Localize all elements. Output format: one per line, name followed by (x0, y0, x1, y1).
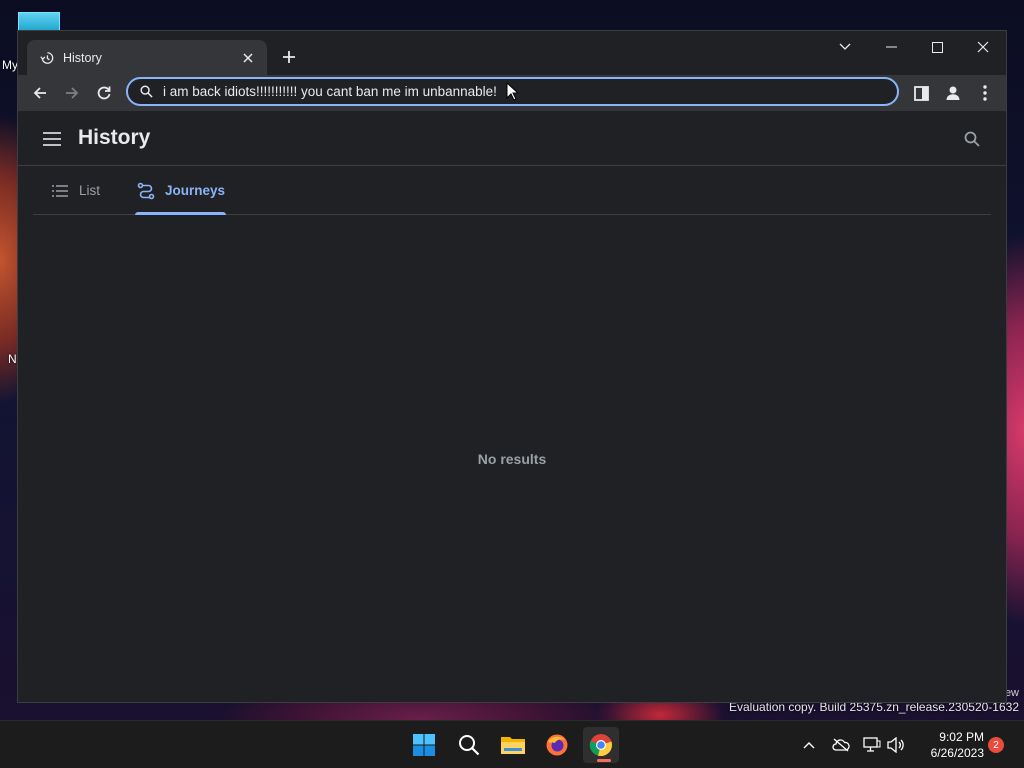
tab-title: History (63, 50, 102, 65)
maximize-button[interactable] (914, 33, 960, 61)
browser-window: History i am back idiots!!!!!!!!!!! you … (17, 30, 1007, 703)
search-icon[interactable] (451, 727, 487, 763)
close-window-button[interactable] (960, 33, 1006, 61)
journeys-icon (136, 181, 156, 201)
taskbar: 9:02 PM 6/26/2023 2 (0, 720, 1024, 768)
tab-history[interactable]: History (27, 40, 267, 75)
address-input[interactable] (163, 84, 897, 99)
chrome-icon[interactable] (583, 727, 619, 763)
empty-state-message: No results (477, 451, 547, 467)
list-icon (50, 181, 70, 201)
tab-list[interactable]: List (50, 166, 100, 215)
history-icon (39, 50, 55, 66)
volume-icon[interactable] (886, 735, 906, 755)
selected-tab-indicator (135, 212, 226, 215)
side-panel-button[interactable] (909, 81, 933, 105)
windows-start-icon[interactable] (406, 727, 442, 763)
clock-time: 9:02 PM (939, 730, 984, 744)
mouse-cursor-icon (506, 81, 520, 106)
file-explorer-icon[interactable] (495, 727, 531, 763)
history-page: History List Journeys No results (18, 111, 1006, 702)
tab-strip: History (18, 31, 1006, 75)
hamburger-menu-icon[interactable] (40, 127, 64, 151)
page-title: History (78, 126, 151, 149)
history-tabs: List Journeys (33, 166, 991, 215)
network-icon[interactable] (862, 735, 882, 755)
watermark-partial-text: ew (1004, 687, 1019, 699)
notification-badge[interactable]: 2 (988, 737, 1004, 753)
minimize-button[interactable] (868, 33, 914, 61)
active-app-indicator (597, 759, 611, 762)
tab-journeys-label: Journeys (165, 183, 226, 198)
tab-journeys[interactable]: Journeys (136, 166, 225, 215)
desktop-icon-label[interactable]: N (8, 352, 17, 366)
reload-button[interactable] (92, 81, 116, 105)
page-header: History (18, 111, 1006, 166)
system-clock[interactable]: 9:02 PM 6/26/2023 (914, 729, 984, 761)
search-icon (138, 84, 154, 100)
chevron-up-icon[interactable] (799, 735, 819, 755)
desktop-icon-label[interactable]: My (2, 58, 18, 72)
clock-date: 6/26/2023 (930, 746, 984, 760)
close-tab-icon[interactable] (239, 49, 257, 67)
forward-button[interactable] (60, 81, 84, 105)
new-tab-button[interactable] (277, 45, 301, 69)
tab-list-label: List (79, 183, 101, 198)
profile-icon[interactable] (941, 81, 965, 105)
menu-kebab-icon[interactable] (973, 81, 997, 105)
search-history-icon[interactable] (960, 127, 984, 151)
onedrive-offline-icon[interactable] (831, 735, 851, 755)
back-button[interactable] (28, 81, 52, 105)
firefox-icon[interactable] (539, 727, 575, 763)
tab-search-icon[interactable] (822, 33, 868, 61)
